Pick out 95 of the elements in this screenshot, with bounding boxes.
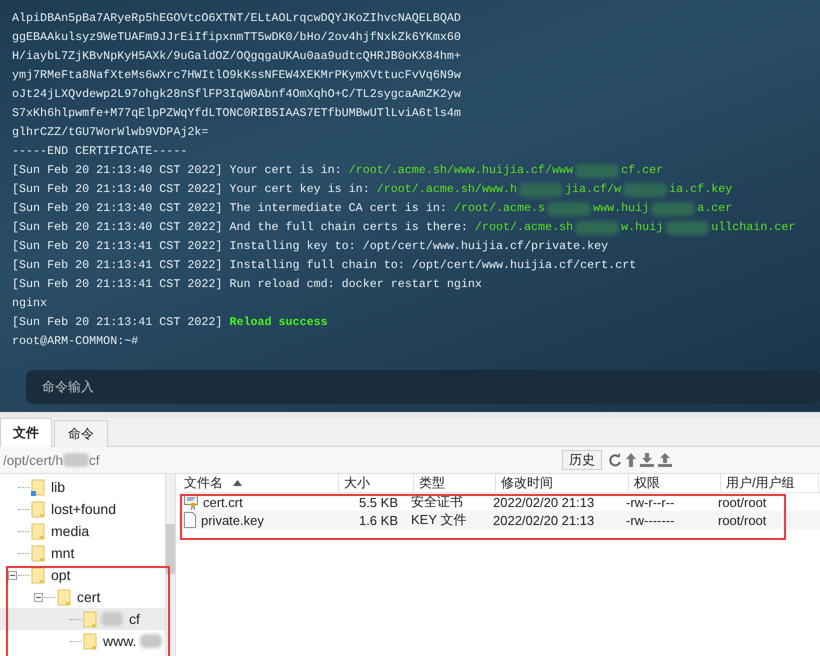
- folder-icon: [31, 500, 45, 518]
- redaction-smudge: [651, 202, 696, 216]
- terminal-line: -----END CERTIFICATE-----: [12, 143, 188, 160]
- log-timestamp: [Sun Feb 20 21:13:41 CST 2022]: [12, 276, 222, 293]
- tree-item[interactable]: media: [51, 523, 90, 539]
- log-timestamp: [Sun Feb 20 21:13:41 CST 2022]: [12, 314, 222, 331]
- table-cell-text: 5.5 KB: [358, 494, 399, 511]
- path-field[interactable]: /opt/cert/h cf: [3, 449, 562, 471]
- terminal-line: H/iaybL7ZjKBvNpKyH5AXk/9uGaldOZ/OQgqgaUKAu0aa9udtcQHRJB0oKX84hm+: [12, 48, 461, 65]
- collapse-toggle-icon[interactable]: [8, 570, 18, 580]
- column-header[interactable]: 权限: [629, 474, 721, 492]
- terminal-line: AlpiDBAn5pBa7ARyeRp5hEGOVtcO6XTNT/ELtAOLrqcwDQYJKoZIhvcNAQELBQAD: [12, 10, 461, 27]
- file-name-cell[interactable]: private.key: [179, 511, 339, 529]
- history-button[interactable]: 历史: [562, 450, 602, 470]
- log-timestamp: [Sun Feb 20 21:13:40 CST 2022]: [12, 200, 222, 217]
- sort-ascending-icon: [233, 480, 242, 486]
- command-input-field[interactable]: 命令输入: [26, 370, 820, 404]
- column-header[interactable]: 大小: [339, 474, 414, 492]
- log-message: Installing full chain to: /opt/cert/www.huijia.cf/cert.crt: [229, 257, 636, 274]
- log-timestamp: [Sun Feb 20 21:13:40 CST 2022]: [12, 219, 222, 236]
- file-path: ia.cf.key: [669, 181, 732, 198]
- log-message: Installing key to: /opt/cert/www.huijia.cf/private.key: [229, 238, 608, 255]
- success-message: Reload success: [229, 314, 328, 331]
- table-cell-text: root/root: [717, 494, 768, 511]
- upload-icon[interactable]: [658, 453, 672, 467]
- table-cell-text: -rw-------: [625, 512, 676, 529]
- tree-item[interactable]: www.: [103, 633, 136, 649]
- terminal-line: nginx: [12, 295, 48, 312]
- table-cell-text: 安全证书: [410, 493, 464, 511]
- folder-icon: [31, 544, 45, 562]
- tab[interactable]: 命令: [54, 420, 108, 447]
- arrow-up-icon[interactable]: [626, 453, 636, 467]
- file-name-cell[interactable]: cert.crt: [179, 493, 339, 511]
- tree-item[interactable]: mnt: [51, 545, 74, 561]
- path-text: cf: [89, 452, 100, 468]
- file-path: www.huij: [593, 200, 650, 217]
- table-cell-text: 2022/02/20 21:13: [492, 512, 596, 529]
- column-header[interactable]: 修改时间: [496, 474, 629, 492]
- redaction-smudge: [665, 220, 710, 234]
- log-message: Your cert is in:: [229, 162, 342, 179]
- terminal-line: oJt24jLXQvdewp2L97ohgk28nSflFP3IqW0Abnf4OmXqhO+C/TL2sygcaAmZK2yw: [12, 86, 461, 103]
- tree-item[interactable]: lost+found: [51, 501, 116, 517]
- tab[interactable]: 文件: [0, 418, 52, 447]
- redaction-smudge: [575, 164, 620, 178]
- log-timestamp: [Sun Feb 20 21:13:41 CST 2022]: [12, 257, 222, 274]
- column-header[interactable]: 类型: [414, 474, 496, 492]
- terminal-line: ymj7RMeFta8NafXteMs6wXrc7HWItlO9kKssNFEW4XEKMrPKymXVttucFvVq6N9w: [12, 67, 461, 84]
- scrollbar[interactable]: [166, 474, 176, 656]
- redaction-smudge: [519, 182, 564, 196]
- file-path: /root/.acme.s: [454, 200, 546, 217]
- file-path: /root/.acme.sh: [474, 219, 574, 236]
- redaction-smudge: [575, 220, 620, 234]
- collapse-toggle-icon[interactable]: [34, 592, 44, 602]
- column-header[interactable]: 用户/用户组: [721, 474, 819, 492]
- log-timestamp: [Sun Feb 20 21:13:40 CST 2022]: [12, 181, 222, 198]
- folder-icon: [57, 588, 71, 606]
- file-path: jia.cf/w: [565, 181, 622, 198]
- file-path: cf.cer: [621, 162, 664, 179]
- terminal-line: ggEBAAkulsyz9WeTUAFm9JJrEiIfipxnmTT5wDK0/bHo/2ov4hjfNxkZk6YKmx60: [12, 29, 461, 46]
- file-path: a.cer: [697, 200, 732, 217]
- tree-item[interactable]: cert: [77, 589, 100, 605]
- log-message: Your cert key is in:: [229, 181, 370, 198]
- file-path: /root/.acme.sh/www.huijia.cf/www: [348, 162, 574, 179]
- path-text: /opt/cert/h: [3, 452, 64, 468]
- table-cell-text: root/root: [717, 512, 768, 529]
- certificate-icon: [184, 494, 198, 510]
- folder-icon: [83, 632, 97, 650]
- folder-shortcut-icon: [31, 478, 45, 496]
- table-cell-text: 2022/02/20 21:13: [492, 494, 596, 511]
- folder-icon: [83, 610, 97, 628]
- column-header[interactable]: 文件名: [179, 474, 339, 492]
- file-path: ullchain.cer: [711, 219, 796, 236]
- terminal-line: glhrCZZ/tGU7WorWlwb9VDPAj2k=: [12, 124, 208, 141]
- folder-icon: [31, 522, 45, 540]
- folder-icon: [31, 566, 45, 584]
- log-message: Run reload cmd: docker restart nginx: [229, 276, 482, 293]
- file-path: /root/.acme.sh/www.h: [376, 181, 518, 198]
- log-message: The intermediate CA cert is in:: [229, 200, 447, 217]
- refresh-icon[interactable]: [608, 453, 622, 467]
- log-message: And the full chain certs is there:: [229, 219, 468, 236]
- download-icon[interactable]: [640, 453, 654, 467]
- log-timestamp: [Sun Feb 20 21:13:41 CST 2022]: [12, 238, 222, 255]
- tree-item[interactable]: cf: [129, 611, 140, 627]
- table-cell-text: KEY 文件: [410, 511, 468, 529]
- table-cell-text: -rw-r--r--: [625, 494, 676, 511]
- file-path: w.huij: [621, 219, 664, 236]
- table-cell-text: 1.6 KB: [358, 512, 399, 529]
- terminal-line: root@ARM-COMMON:~#: [12, 333, 138, 350]
- tree-item[interactable]: opt: [51, 567, 70, 583]
- redaction-smudge: [547, 202, 592, 216]
- log-timestamp: [Sun Feb 20 21:13:40 CST 2022]: [12, 162, 222, 179]
- redaction-smudge: [63, 453, 90, 467]
- redaction-smudge: [623, 182, 668, 196]
- tree-item[interactable]: lib: [51, 479, 66, 495]
- terminal-line: S7xKh6hlpwmfe+M77qElpPZWqYfdLTONC0RIB5IAAS7ETfbUMBwUTlLviA6tls4m: [12, 105, 461, 122]
